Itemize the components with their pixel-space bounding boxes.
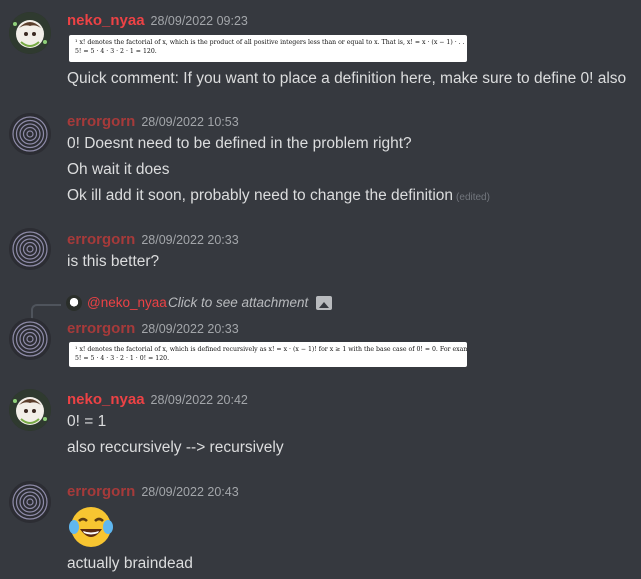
avatar[interactable]	[9, 318, 51, 360]
timestamp: 28/09/2022 20:42	[150, 393, 248, 407]
reply-avatar	[66, 295, 82, 311]
message-header: errorgorn 28/09/2022 20:43	[67, 483, 239, 500]
message-header: neko_nyaa 28/09/2022 09:23	[67, 12, 248, 29]
attachment-line: ¹ x! denotes the factorial of x, which i…	[75, 39, 467, 46]
message-header: errorgorn 28/09/2022 20:33	[67, 320, 239, 337]
attachment-line: ¹ x! denotes the factorial of x, which i…	[75, 346, 467, 353]
message-text: also reccursively --> recursively	[67, 439, 284, 456]
timestamp: 28/09/2022 20:33	[141, 233, 239, 247]
avatar-image	[9, 113, 51, 155]
username[interactable]: errorgorn	[67, 231, 135, 248]
timestamp: 28/09/2022 10:53	[141, 115, 239, 129]
message-text-content: Ok ill add it soon, probably need to cha…	[67, 187, 454, 204]
message-text: Ok ill add it soon, probably need to cha…	[67, 187, 490, 205]
avatar-image	[9, 318, 51, 360]
timestamp: 28/09/2022 20:43	[141, 485, 239, 499]
message-text: 0! = 1	[67, 413, 107, 430]
username[interactable]: neko_nyaa	[67, 391, 145, 408]
avatar[interactable]	[9, 481, 51, 523]
avatar-image	[9, 228, 51, 270]
attachment-image[interactable]: ¹ x! denotes the factorial of x, which i…	[69, 342, 467, 367]
edited-label: (edited)	[456, 192, 490, 203]
chat-log: neko_nyaa 28/09/2022 09:23 ¹ x! denotes t…	[0, 0, 641, 579]
avatar[interactable]	[9, 228, 51, 270]
message-header: errorgorn 28/09/2022 10:53	[67, 113, 239, 130]
message-text: Quick comment: If you want to place a de…	[67, 70, 627, 87]
message-header: neko_nyaa 28/09/2022 20:42	[67, 391, 248, 408]
username[interactable]: errorgorn	[67, 483, 135, 500]
image-icon	[316, 296, 332, 310]
timestamp: 28/09/2022 20:33	[141, 322, 239, 336]
message-header: errorgorn 28/09/2022 20:33	[67, 231, 239, 248]
reply-text[interactable]: Click to see attachment	[168, 295, 308, 310]
avatar[interactable]	[9, 389, 51, 431]
avatar[interactable]	[9, 113, 51, 155]
attachment-line: 5! = 5 · 4 · 3 · 2 · 1 · 0! = 120.	[75, 355, 170, 362]
username[interactable]: errorgorn	[67, 113, 135, 130]
message-text: 0! Doesnt need to be defined in the prob…	[67, 135, 412, 152]
message-text: is this better?	[67, 253, 160, 270]
username[interactable]: errorgorn	[67, 320, 135, 337]
avatar[interactable]	[9, 12, 51, 54]
attachment-line: 5! = 5 · 4 · 3 · 2 · 1 = 120.	[75, 48, 157, 55]
avatar-image	[9, 481, 51, 523]
timestamp: 28/09/2022 09:23	[150, 14, 248, 28]
avatar-image	[9, 12, 51, 54]
reply-reference[interactable]: @neko_nyaa Click to see attachment	[0, 294, 641, 322]
attachment-image[interactable]: ¹ x! denotes the factorial of x, which i…	[69, 35, 467, 62]
avatar-image	[9, 389, 51, 431]
message-text: actually braindead	[67, 555, 193, 572]
laughing-crying-emoji	[69, 507, 113, 547]
message-text: Oh wait it does	[67, 161, 170, 178]
reply-username[interactable]: @neko_nyaa	[87, 295, 167, 310]
username[interactable]: neko_nyaa	[67, 12, 145, 29]
